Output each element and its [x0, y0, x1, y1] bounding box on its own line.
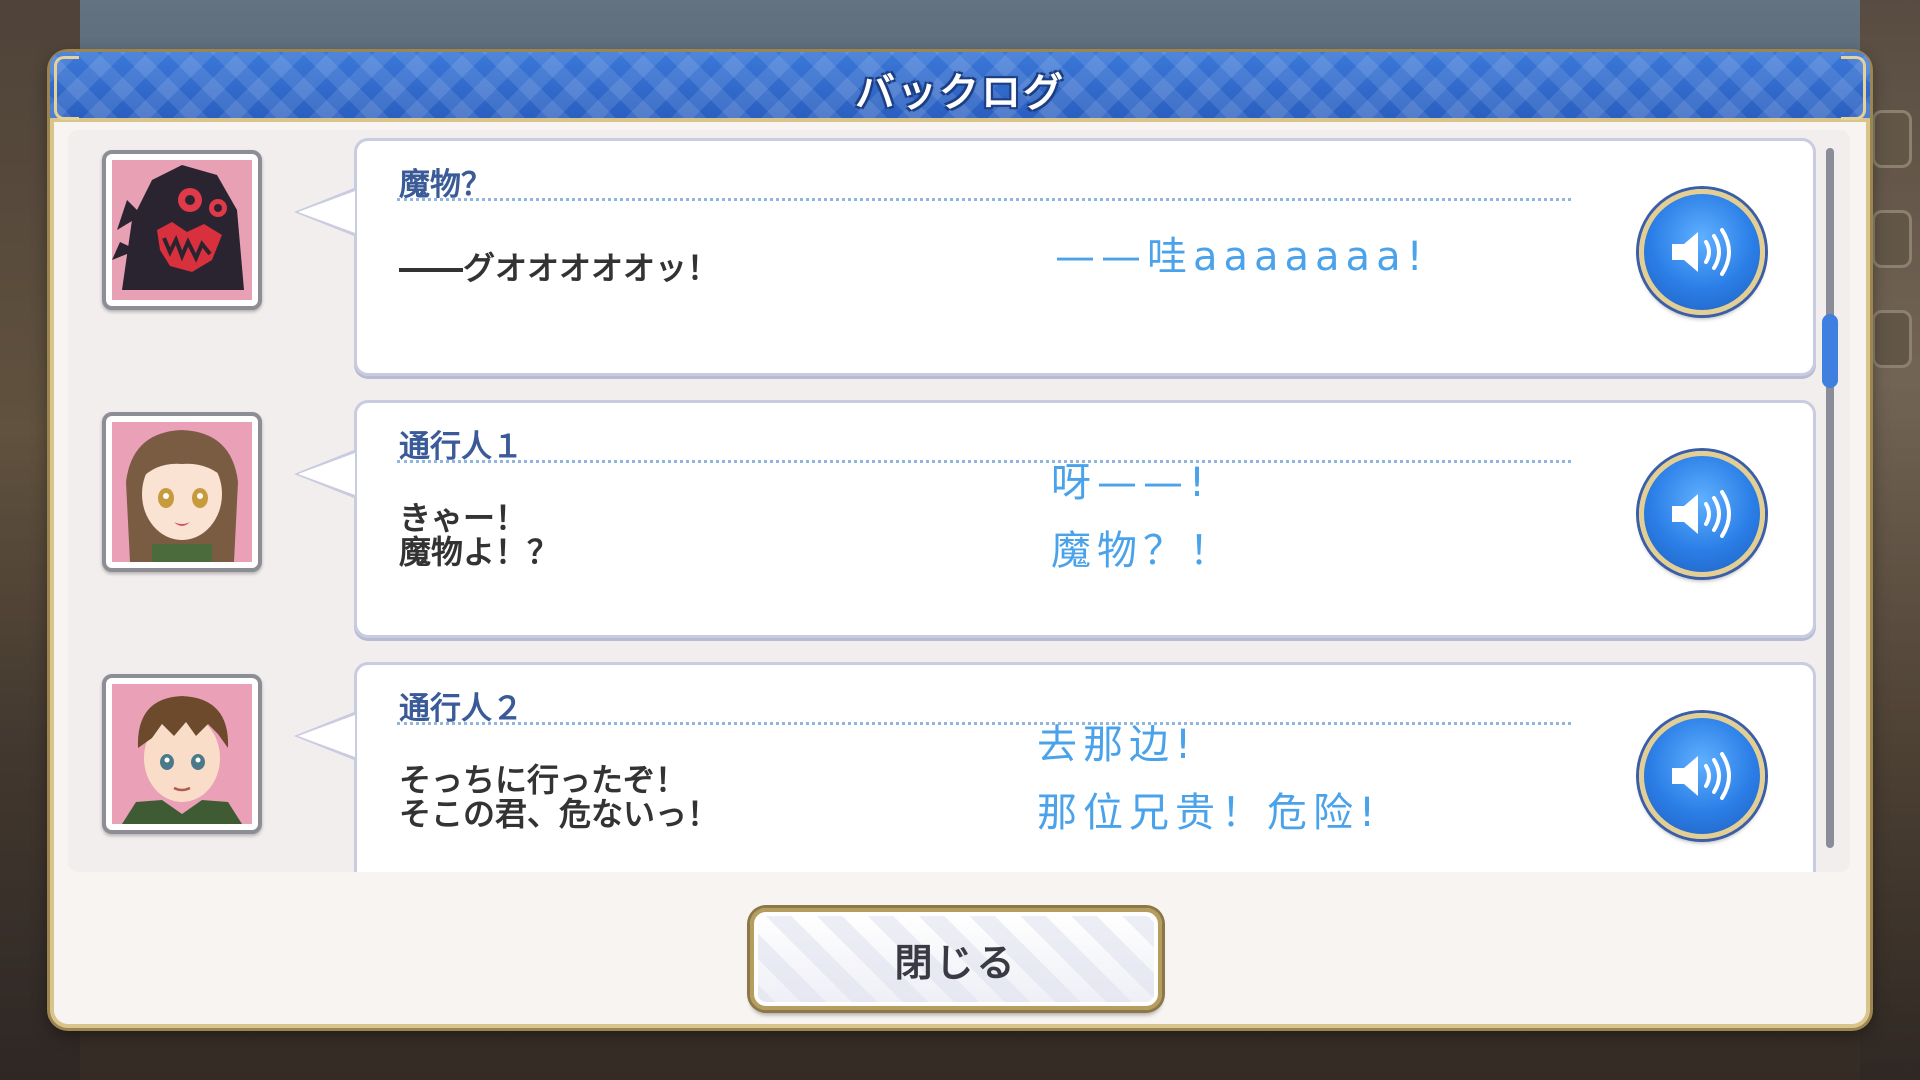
girl-portrait: [102, 412, 262, 572]
divider: [397, 460, 1571, 463]
divider: [397, 722, 1571, 725]
divider: [397, 198, 1571, 201]
dialog-header: バックログ: [50, 52, 1870, 122]
message-bubble: 通行人２ そっちに行ったぞ！ そこの君、危ないっ！ 去那边! 那位兄贵！危险!: [354, 662, 1816, 872]
monster-portrait: [102, 150, 262, 310]
backlog-list[interactable]: 魔物？ ――グオオオオオッ！ ——哇aaaaaaa! 通行人１ きゃー！ 魔物よ…: [68, 130, 1850, 872]
translation-text: 呀——! 魔物？！: [1051, 460, 1235, 574]
speaker-icon: [1672, 752, 1731, 800]
translation-text: 去那边! 那位兄贵！危险!: [1037, 722, 1382, 836]
message-bubble: 通行人１ きゃー！ 魔物よ！？ 呀——! 魔物？！: [354, 400, 1816, 638]
translation-text: ——哇aaaaaaa!: [1055, 234, 1429, 280]
close-button[interactable]: 閉じる: [750, 908, 1162, 1010]
speaker-icon: [1672, 490, 1731, 538]
voice-replay-button[interactable]: [1639, 713, 1765, 839]
backlog-entry: 魔物？ ――グオオオオオッ！ ——哇aaaaaaa!: [68, 138, 1850, 378]
message-text: ――グオオオオオッ！: [399, 249, 720, 287]
boy-portrait: [102, 674, 262, 834]
voice-replay-button[interactable]: [1639, 189, 1765, 315]
bubble-tail-inner: [298, 715, 355, 757]
message-text: きゃー！ 魔物よ！？: [399, 499, 560, 571]
dialog-title: バックログ: [855, 70, 1065, 116]
message-bubble: 魔物？ ――グオオオオオッ！ ——哇aaaaaaa!: [354, 138, 1816, 376]
backlog-entry: 通行人２ そっちに行ったぞ！ そこの君、危ないっ！ 去那边! 那位兄贵！危险!: [68, 662, 1850, 872]
scrollbar-thumb[interactable]: [1822, 314, 1838, 388]
backlog-dialog: バックログ 魔物？ ――グオオオオオッ！ ——哇aaaaaaa! 通行人１ きゃ…: [50, 52, 1870, 1028]
message-text: そっちに行ったぞ！ そこの君、危ないっ！: [399, 761, 720, 833]
bubble-tail-inner: [298, 191, 355, 233]
voice-replay-button[interactable]: [1639, 451, 1765, 577]
scrollbar-track[interactable]: [1826, 148, 1834, 848]
backlog-entry: 通行人１ きゃー！ 魔物よ！？ 呀——! 魔物？！: [68, 400, 1850, 640]
speaker-icon: [1672, 228, 1731, 276]
bubble-tail-inner: [298, 453, 355, 495]
